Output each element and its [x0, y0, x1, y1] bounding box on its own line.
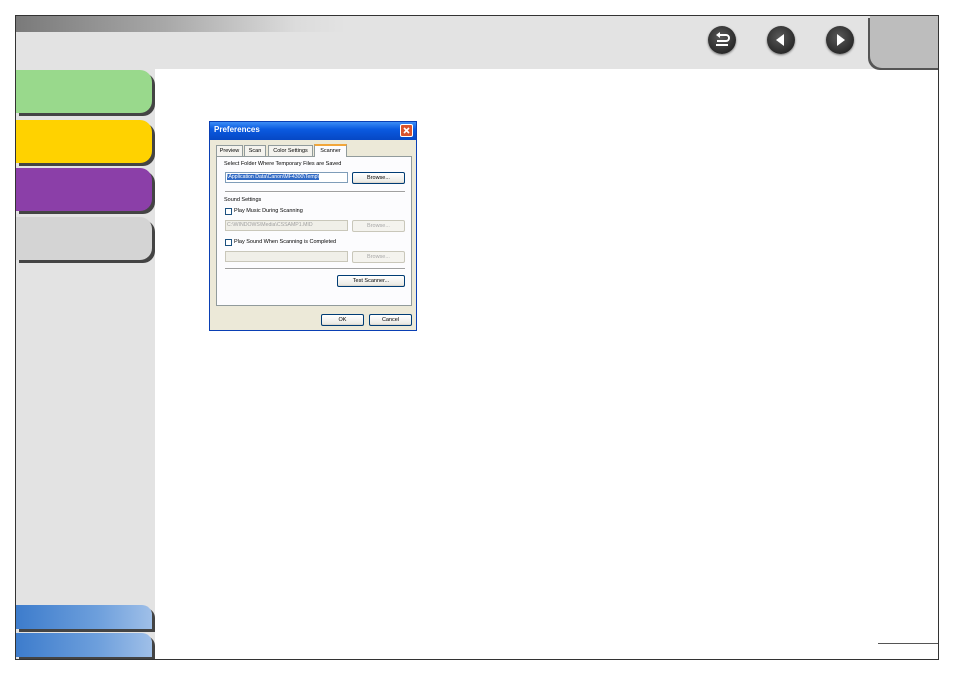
sidebar-tab-green[interactable]	[16, 70, 152, 113]
dialog-titlebar: Preferences	[210, 122, 416, 140]
sidebar-footer-tab-bottom[interactable]	[16, 633, 152, 657]
right-arrow-icon[interactable]	[826, 26, 854, 54]
play-music-label: Play Music During Scanning	[234, 208, 303, 214]
sound-settings-label: Sound Settings	[224, 197, 262, 203]
scanner-tab-panel: Select Folder Where Temporary Files are …	[216, 156, 412, 306]
play-sound-label: Play Sound When Scanning is Completed	[234, 239, 337, 245]
footer-rule	[878, 643, 938, 644]
music-path-field[interactable]: C:\WINDOWS\Media\CSSAMP1.MID	[225, 220, 348, 231]
separator	[225, 191, 405, 193]
separator	[225, 268, 405, 270]
temp-folder-value: \Application Data\Canon\MF4300\Temp\	[227, 174, 319, 180]
sidebar-tab-purple[interactable]	[16, 168, 152, 211]
temp-folder-browse-button[interactable]: Browse...	[352, 172, 405, 184]
tab-scan[interactable]: Scan	[244, 145, 266, 156]
sidebar-tab-gray[interactable]	[16, 217, 152, 260]
test-scanner-button[interactable]: Test Scanner...	[337, 275, 405, 287]
back-return-icon[interactable]	[708, 26, 736, 54]
play-sound-checkbox[interactable]	[225, 239, 232, 246]
play-music-checkbox[interactable]	[225, 208, 232, 215]
music-browse-button[interactable]: Browse...	[352, 220, 405, 232]
left-arrow-icon[interactable]	[767, 26, 795, 54]
header-gradient-bar	[16, 16, 346, 32]
top-right-tab[interactable]	[870, 16, 938, 68]
sidebar-footer-tab-top[interactable]	[16, 605, 152, 629]
temp-folder-label: Select Folder Where Temporary Files are …	[224, 161, 342, 167]
temp-folder-field[interactable]: \Application Data\Canon\MF4300\Temp\	[225, 172, 348, 183]
page-header	[16, 16, 938, 69]
close-icon[interactable]	[400, 124, 413, 137]
sound-browse-button[interactable]: Browse...	[352, 251, 405, 263]
tab-preview[interactable]: Preview	[216, 145, 243, 156]
tab-color-settings[interactable]: Color Settings	[268, 145, 313, 156]
sidebar-tab-yellow[interactable]	[16, 120, 152, 163]
ok-button[interactable]: OK	[321, 314, 364, 326]
manual-page-frame: Preferences Preview Scan Color Settings …	[15, 15, 939, 660]
tab-scanner[interactable]: Scanner	[314, 144, 347, 157]
sidebar	[16, 69, 155, 659]
sound-path-field[interactable]	[225, 251, 348, 262]
dialog-title: Preferences	[214, 125, 260, 134]
cancel-button[interactable]: Cancel	[369, 314, 412, 326]
preferences-dialog: Preferences Preview Scan Color Settings …	[209, 121, 417, 331]
